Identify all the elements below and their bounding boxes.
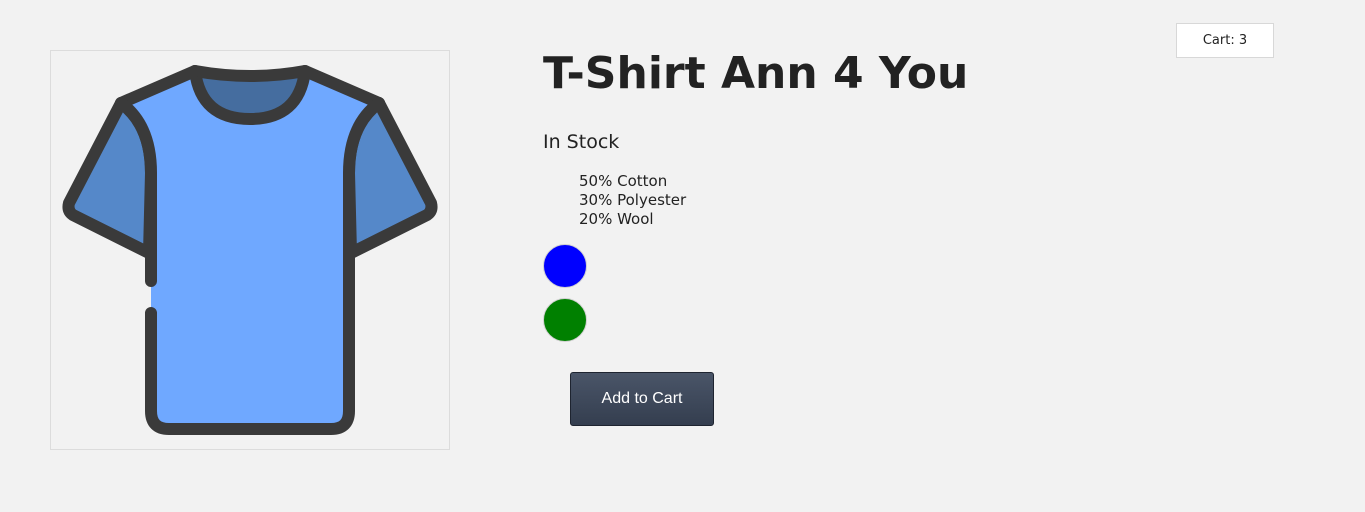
add-to-cart-button[interactable]: Add to Cart <box>570 372 714 426</box>
detail-item: 20% Wool <box>579 210 654 228</box>
detail-item: 50% Cotton <box>579 172 668 190</box>
t-shirt-icon <box>62 65 438 435</box>
product-title: T-Shirt Ann 4 You <box>543 48 969 99</box>
color-swatch-green[interactable] <box>543 298 587 342</box>
shirt-collar <box>189 65 311 125</box>
cart-counter: Cart: 3 <box>1176 23 1274 58</box>
detail-item: 30% Polyester <box>579 191 687 209</box>
product-details-list: 50% Cotton 30% Polyester 20% Wool <box>579 172 686 229</box>
stock-status: In Stock <box>543 131 620 153</box>
color-swatch-blue[interactable] <box>543 244 587 288</box>
cart-label: Cart: 3 <box>1202 33 1248 48</box>
product-image <box>50 50 450 450</box>
